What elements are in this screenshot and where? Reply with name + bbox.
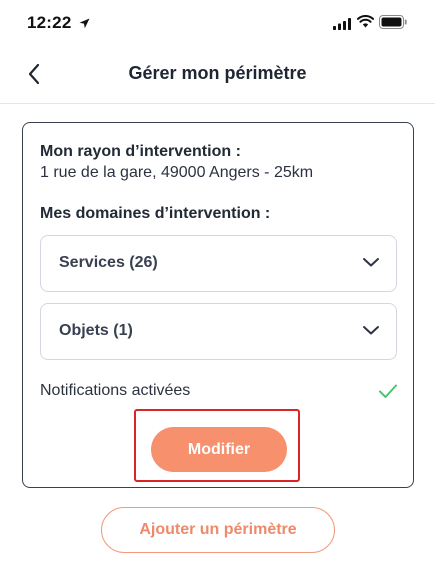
perimeter-card: Mon rayon d’intervention : 1 rue de la g… <box>22 122 414 488</box>
notifications-label: Notifications activées <box>40 382 191 399</box>
radius-value: 1 rue de la gare, 49000 Angers - 25km <box>40 164 314 181</box>
wifi-icon <box>357 14 374 33</box>
location-arrow-icon <box>79 16 90 34</box>
chevron-down-icon <box>363 258 379 267</box>
services-dropdown-label: Services (26) <box>59 254 158 271</box>
nav-bar: Gérer mon périmètre <box>0 46 435 104</box>
chevron-down-icon <box>363 326 379 335</box>
objets-dropdown-label: Objets (1) <box>59 322 133 339</box>
services-dropdown[interactable]: Services (26) <box>40 235 397 292</box>
radius-label: Mon rayon d’intervention : <box>40 143 241 160</box>
signal-icon <box>333 17 351 35</box>
status-bar: 12:22 <box>0 0 435 46</box>
add-perimeter-button[interactable]: Ajouter un périmètre <box>101 507 335 553</box>
objets-dropdown[interactable]: Objets (1) <box>40 303 397 360</box>
domains-label: Mes domaines d’intervention : <box>40 205 271 222</box>
status-time: 12:22 <box>27 13 72 32</box>
battery-icon <box>379 15 407 34</box>
modify-button[interactable]: Modifier <box>151 427 287 472</box>
check-icon <box>379 384 397 398</box>
page-title: Gérer mon périmètre <box>128 63 307 83</box>
